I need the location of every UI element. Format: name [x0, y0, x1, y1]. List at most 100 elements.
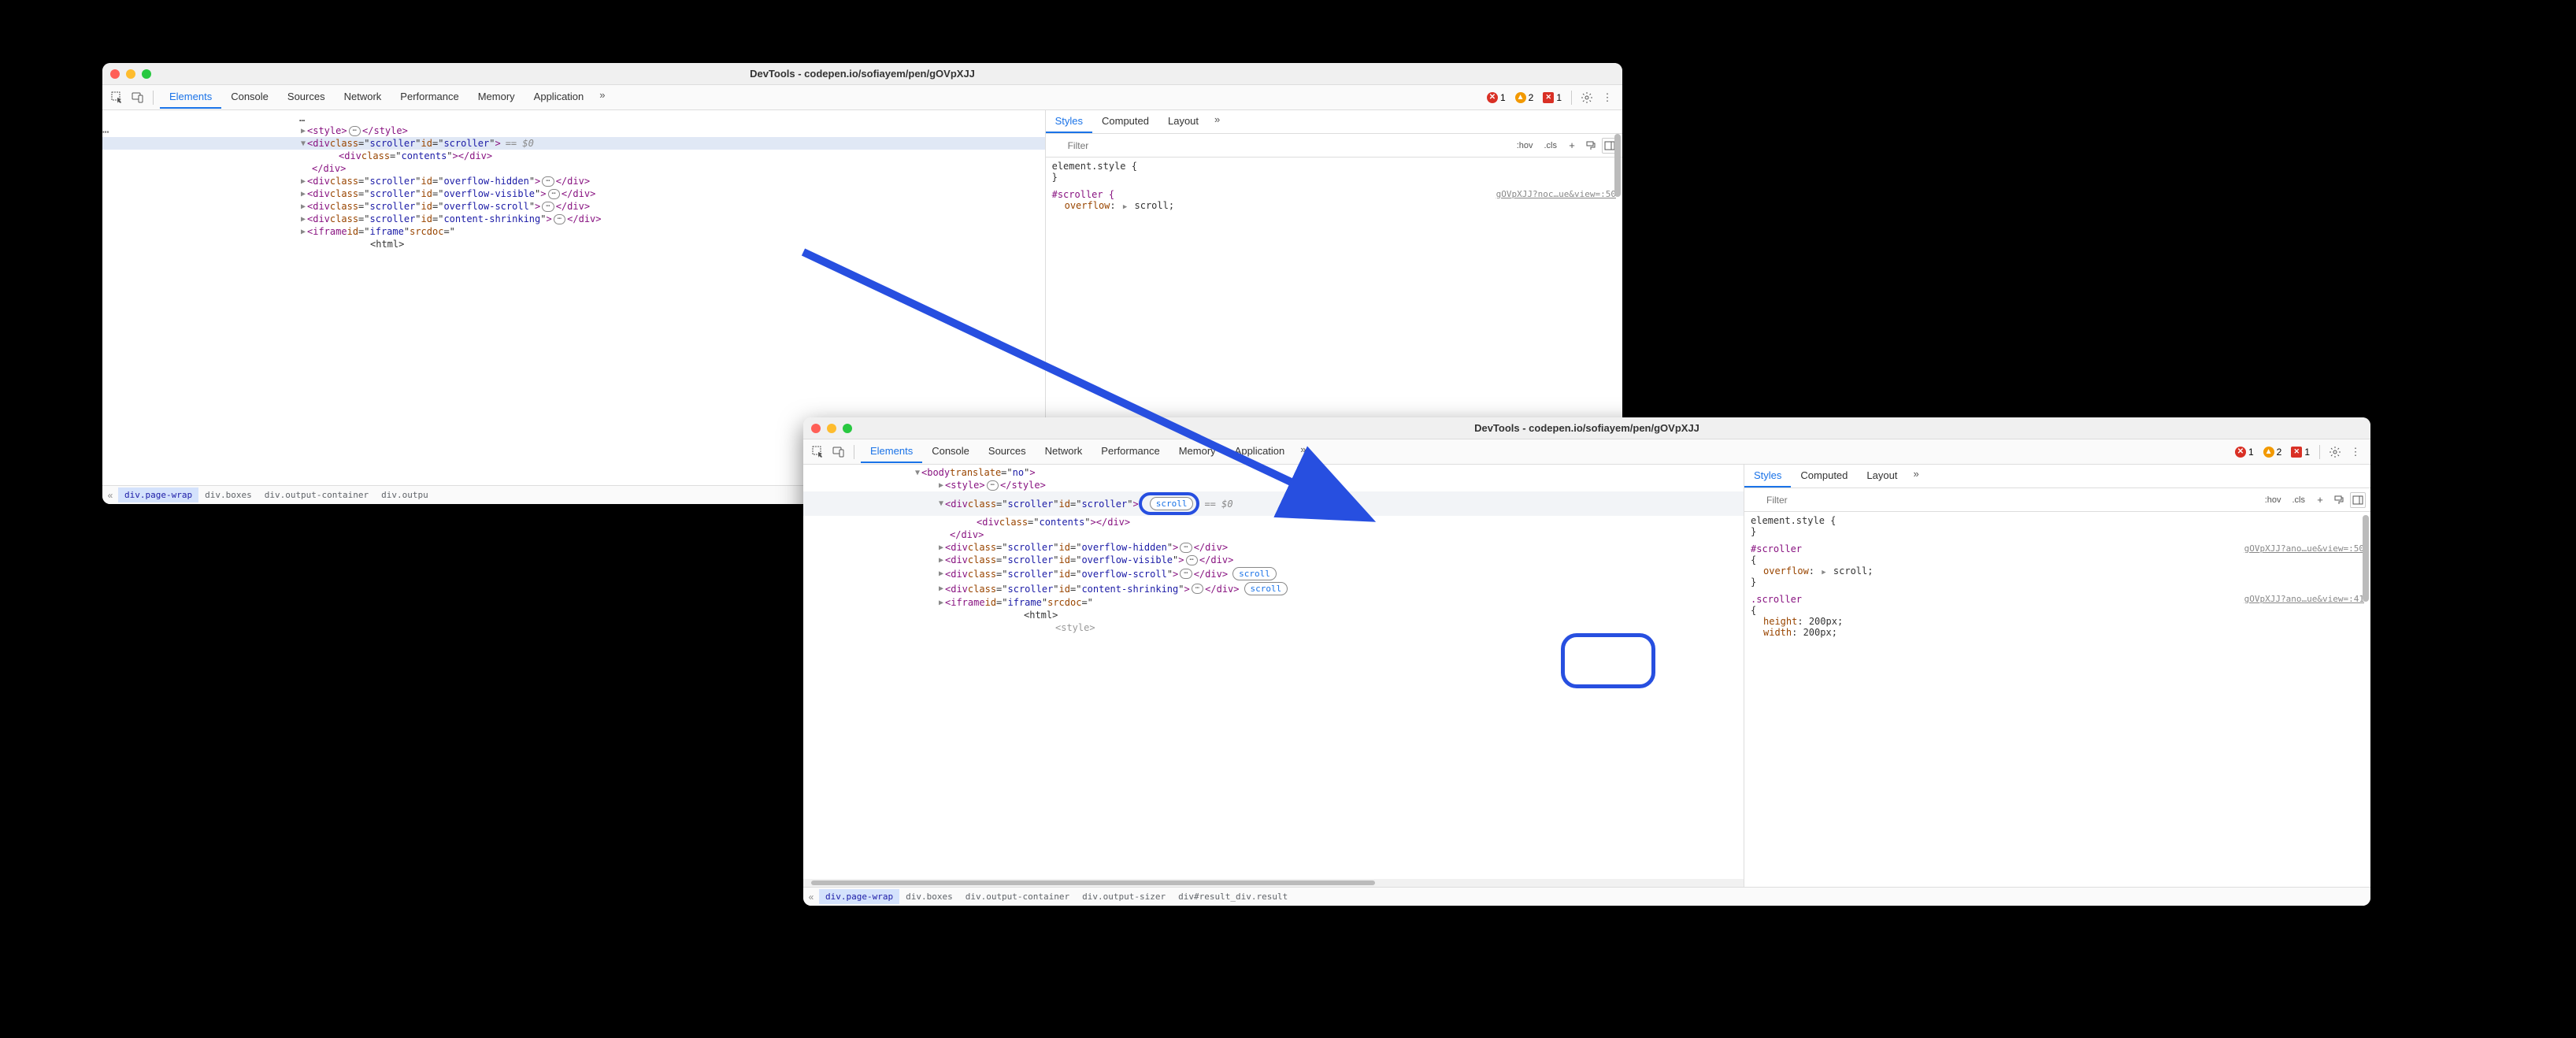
vertical-scrollbar[interactable]	[2363, 515, 2369, 602]
hov-toggle[interactable]: :hov	[1513, 139, 1537, 153]
more-tabs-icon[interactable]: »	[1294, 440, 1312, 463]
cls-toggle[interactable]: .cls	[2289, 493, 2310, 507]
ellipsis-pill-icon[interactable]: ⋯	[987, 480, 999, 491]
tab-application[interactable]: Application	[1225, 440, 1295, 463]
cls-toggle[interactable]: .cls	[1540, 139, 1562, 153]
errors-badge[interactable]: ✕1	[1487, 92, 1506, 103]
styles-filter-input[interactable]	[1749, 492, 1892, 508]
tab-application[interactable]: Application	[524, 86, 594, 109]
dom-line-contents[interactable]: <div class="contents"></div>	[102, 150, 1045, 162]
tab-memory[interactable]: Memory	[1169, 440, 1225, 463]
dom-line-overflow-hidden[interactable]: ▶ <div class="scroller" id="overflow-hid…	[803, 541, 1744, 554]
dom-line-style-inner[interactable]: <style>	[803, 621, 1744, 634]
more-side-tabs-icon[interactable]: »	[1907, 465, 1925, 487]
dom-line-iframe[interactable]: ▶ <iframe id="iframe" srcdoc="	[102, 225, 1045, 238]
ellipsis-pill-icon[interactable]: ⋯	[1180, 543, 1192, 553]
more-side-tabs-icon[interactable]: »	[1208, 110, 1226, 133]
dom-line-close-div[interactable]: </div>	[102, 162, 1045, 175]
warnings-badge[interactable]: ▲2	[1515, 92, 1534, 103]
tab-sources[interactable]: Sources	[979, 440, 1036, 463]
dom-line-truncated[interactable]: …	[102, 112, 1045, 124]
titlebar[interactable]: DevTools - codepen.io/sofiayem/pen/gOVpX…	[803, 417, 2370, 439]
dom-line-content-shrinking[interactable]: ▶ <div class="scroller" id="content-shri…	[102, 213, 1045, 225]
dom-line-contents[interactable]: <div class="contents"></div>	[803, 516, 1744, 528]
side-tab-computed[interactable]: Computed	[1791, 465, 1857, 487]
tab-performance[interactable]: Performance	[391, 86, 468, 109]
tab-network[interactable]: Network	[335, 86, 391, 109]
ellipsis-pill-icon[interactable]: ⋯	[1192, 584, 1203, 594]
paint-format-icon[interactable]	[2331, 492, 2347, 508]
breadcrumb-item[interactable]: div.page-wrap	[118, 487, 198, 502]
new-style-plus-icon[interactable]: +	[2312, 492, 2328, 508]
css-rule-scroller-id[interactable]: gOVpXJJ?ano…ue&view=:50 #scroller { over…	[1751, 543, 2364, 588]
device-toggle-icon[interactable]	[830, 443, 847, 461]
styles-rules-list[interactable]: element.style { } gOVpXJJ?ano…ue&view=:5…	[1744, 512, 2370, 647]
css-source-link[interactable]: gOVpXJJ?noc…ue&view=:50	[1496, 189, 1616, 199]
breadcrumb-item[interactable]: div.output-sizer	[1076, 889, 1172, 904]
styles-filter-input[interactable]	[1051, 138, 1193, 154]
settings-gear-icon[interactable]	[1578, 89, 1596, 106]
titlebar[interactable]: DevTools - codepen.io/sofiayem/pen/gOVpX…	[102, 63, 1622, 85]
dom-line-style[interactable]: ▶ <style> ⋯ </style>	[803, 479, 1744, 491]
scroll-badge[interactable]: scroll	[1150, 497, 1194, 510]
ellipsis-pill-icon[interactable]: ⋯	[1180, 569, 1192, 579]
dom-line-overflow-hidden[interactable]: ▶ <div class="scroller" id="overflow-hid…	[102, 175, 1045, 187]
css-source-link[interactable]: gOVpXJJ?ano…ue&view=:50	[2244, 543, 2364, 554]
css-source-link[interactable]: gOVpXJJ?ano…ue&view=:41	[2244, 594, 2364, 604]
elements-tree-pane[interactable]: ▼ <body translate="no"> ▶ <style> ⋯ </st…	[803, 465, 1744, 887]
dom-line-html-inner[interactable]: <html>	[102, 238, 1045, 250]
ellipsis-pill-icon[interactable]: ⋯	[554, 214, 565, 224]
inspect-element-icon[interactable]	[810, 443, 827, 461]
side-tab-styles[interactable]: Styles	[1046, 110, 1092, 133]
css-rule-element-style[interactable]: element.style { }	[1751, 515, 2364, 537]
side-tab-styles[interactable]: Styles	[1744, 465, 1791, 487]
breadcrumb-item[interactable]: div.boxes	[899, 889, 959, 904]
breadcrumb-bar[interactable]: « div.page-wrap div.boxes div.output-con…	[803, 887, 2370, 906]
css-rule-scroller[interactable]: gOVpXJJ?noc…ue&view=:50 #scroller { over…	[1052, 189, 1616, 211]
tab-memory[interactable]: Memory	[469, 86, 524, 109]
tab-sources[interactable]: Sources	[278, 86, 335, 109]
side-tab-layout[interactable]: Layout	[1857, 465, 1907, 487]
ellipsis-pill-icon[interactable]: ⋯	[542, 176, 554, 187]
breadcrumb-item[interactable]: div.page-wrap	[819, 889, 899, 904]
dom-line-html-inner[interactable]: <html>	[803, 609, 1744, 621]
dom-line-content-shrinking[interactable]: ▶ <div class="scroller" id="content-shri…	[803, 581, 1744, 596]
breadcrumb-chevron-left-icon[interactable]: «	[102, 490, 118, 501]
scroll-badge[interactable]: scroll	[1244, 582, 1288, 595]
new-style-plus-icon[interactable]: +	[1564, 138, 1580, 154]
device-toggle-icon[interactable]	[129, 89, 146, 106]
side-tab-layout[interactable]: Layout	[1158, 110, 1208, 133]
inspect-element-icon[interactable]	[109, 89, 126, 106]
paint-format-icon[interactable]	[1583, 138, 1599, 154]
errors-badge[interactable]: ✕1	[2235, 447, 2254, 458]
issues-badge[interactable]: ✕1	[2291, 447, 2310, 458]
tab-elements[interactable]: Elements	[160, 86, 221, 109]
warnings-badge[interactable]: ▲2	[2263, 447, 2282, 458]
dom-line-overflow-scroll[interactable]: ▶ <div class="scroller" id="overflow-scr…	[803, 566, 1744, 581]
dom-line-style[interactable]: ▶ <style> ⋯ </style>	[102, 124, 1045, 137]
tab-console[interactable]: Console	[221, 86, 278, 109]
more-tabs-icon[interactable]: »	[593, 86, 611, 109]
ellipsis-pill-icon[interactable]: ⋯	[548, 189, 560, 199]
horizontal-scrollbar-track[interactable]	[803, 879, 1744, 887]
ellipsis-pill-icon[interactable]: ⋯	[542, 202, 554, 212]
scroll-badge[interactable]: scroll	[1232, 567, 1277, 580]
tab-network[interactable]: Network	[1036, 440, 1092, 463]
breadcrumb-item[interactable]: div.output-container	[959, 889, 1076, 904]
breadcrumb-item[interactable]: div.outpu	[375, 487, 435, 502]
vertical-scrollbar[interactable]	[1614, 134, 1621, 197]
dom-line-close-div[interactable]: </div>	[803, 528, 1744, 541]
settings-gear-icon[interactable]	[2326, 443, 2344, 461]
dom-line-overflow-visible[interactable]: ▶ <div class="scroller" id="overflow-vis…	[803, 554, 1744, 566]
dom-line-iframe[interactable]: ▶ <iframe id="iframe" srcdoc="	[803, 596, 1744, 609]
dom-line-overflow-visible[interactable]: ▶ <div class="scroller" id="overflow-vis…	[102, 187, 1045, 200]
issues-badge[interactable]: ✕1	[1543, 92, 1562, 103]
dom-line-overflow-scroll[interactable]: ▶ <div class="scroller" id="overflow-scr…	[102, 200, 1045, 213]
breadcrumb-item[interactable]: div.output-container	[258, 487, 375, 502]
hov-toggle[interactable]: :hov	[2261, 493, 2285, 507]
styles-rules-list[interactable]: element.style { } gOVpXJJ?noc…ue&view=:5…	[1046, 158, 1622, 221]
tab-elements[interactable]: Elements	[861, 440, 922, 463]
tab-performance[interactable]: Performance	[1092, 440, 1169, 463]
css-rule-element-style[interactable]: element.style { }	[1052, 161, 1616, 183]
horizontal-scrollbar-thumb[interactable]	[811, 880, 1375, 885]
